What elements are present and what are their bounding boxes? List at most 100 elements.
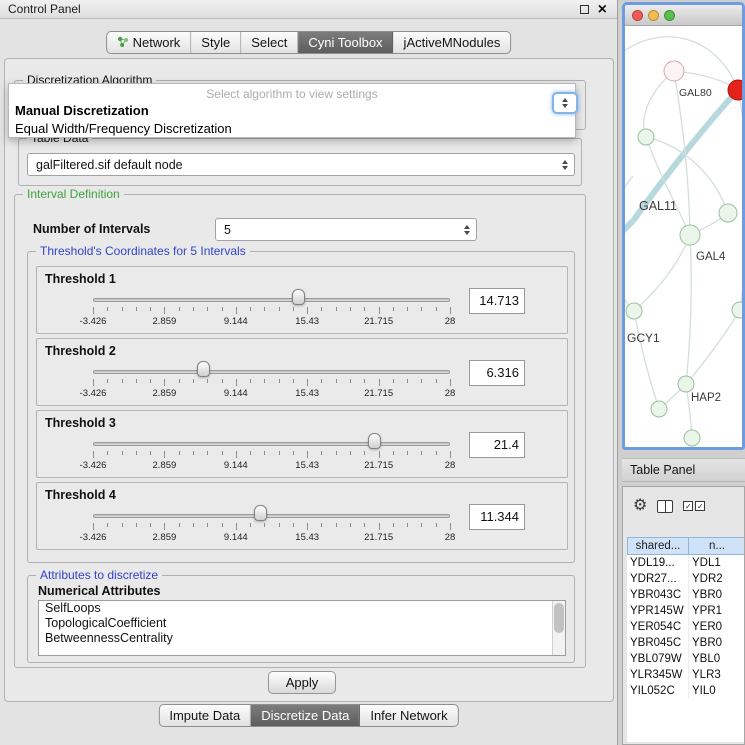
slider-track[interactable] bbox=[93, 514, 450, 518]
table-row[interactable]: YBR043CYBR0 bbox=[627, 587, 745, 603]
column-header[interactable]: n... bbox=[689, 537, 745, 555]
table-body: YDL19...YDL1YDR27...YDR2YBR043CYBR0YPR14… bbox=[627, 555, 745, 699]
restore-icon[interactable] bbox=[580, 5, 589, 14]
slider-scale: -3.4262.8599.14415.4321.71528 bbox=[93, 460, 450, 471]
close-icon[interactable]: × bbox=[598, 4, 607, 15]
group-title: Threshold's Coordinates for 5 Intervals bbox=[36, 244, 250, 258]
threshold-value-field[interactable]: 21.4 bbox=[469, 432, 525, 458]
network-titlebar[interactable] bbox=[625, 5, 742, 26]
network-node[interactable] bbox=[732, 302, 742, 318]
network-node[interactable] bbox=[651, 401, 667, 417]
main-panel: Discretization Algorithm Select algorith… bbox=[4, 58, 614, 702]
slider-track[interactable] bbox=[93, 442, 450, 446]
slider-thumb[interactable] bbox=[292, 289, 305, 305]
checkbox-icon[interactable]: ✓ bbox=[683, 501, 693, 511]
window-icons: × bbox=[580, 4, 607, 15]
scale-label: 21.715 bbox=[364, 316, 393, 327]
columns-icon[interactable] bbox=[657, 500, 673, 513]
network-edge bbox=[634, 235, 690, 311]
tab-select[interactable]: Select bbox=[241, 32, 298, 53]
threshold-block-3: Threshold 3-3.4262.8599.14415.4321.71528… bbox=[36, 410, 568, 478]
tab-label: Infer Network bbox=[370, 708, 447, 723]
table-cell: YPR145W bbox=[627, 603, 689, 619]
network-node-label: GAL11 bbox=[639, 199, 677, 213]
interval-definition-group: Interval Definition Number of Intervals … bbox=[14, 194, 586, 668]
list-item[interactable]: TopologicalCoefficient bbox=[39, 616, 565, 631]
network-node[interactable] bbox=[684, 430, 700, 446]
threshold-value-field[interactable]: 14.713 bbox=[469, 288, 525, 314]
column-header[interactable]: shared... bbox=[627, 537, 689, 555]
scale-label: 28 bbox=[445, 532, 456, 543]
network-node[interactable] bbox=[678, 376, 694, 392]
network-edge bbox=[686, 235, 691, 384]
tab-network[interactable]: Network bbox=[107, 32, 192, 53]
control-panel-title: Control Panel bbox=[8, 2, 81, 16]
slider-scale: -3.4262.8599.14415.4321.71528 bbox=[93, 532, 450, 543]
scale-label: 21.715 bbox=[364, 532, 393, 543]
network-edge bbox=[738, 90, 742, 310]
table-panel-window: ⚙ ✓ ✓ shared...n... YDL19...YDL1YDR27...… bbox=[622, 486, 745, 745]
network-node[interactable] bbox=[626, 303, 642, 319]
table-cell: YBR045C bbox=[627, 635, 689, 651]
table-cell: YBR0 bbox=[689, 587, 745, 603]
tab-style[interactable]: Style bbox=[191, 32, 241, 53]
table-row[interactable]: YIL052CYIL0 bbox=[627, 683, 745, 699]
traffic-light-close-icon[interactable] bbox=[632, 10, 643, 21]
apply-button[interactable]: Apply bbox=[268, 671, 336, 694]
slider-track[interactable] bbox=[93, 370, 450, 374]
threshold-slider[interactable]: -3.4262.8599.14415.4321.71528 bbox=[93, 339, 450, 407]
table-toolbar: ⚙ ✓ ✓ bbox=[623, 487, 744, 525]
threshold-slider[interactable]: -3.4262.8599.14415.4321.71528 bbox=[93, 411, 450, 479]
scale-label: 15.43 bbox=[295, 460, 319, 471]
table-row[interactable]: YBR045CYBR0 bbox=[627, 635, 745, 651]
attributes-scrollbar[interactable] bbox=[552, 601, 565, 655]
table-row[interactable]: YDR27...YDR2 bbox=[627, 571, 745, 587]
network-edge bbox=[625, 176, 634, 311]
checkbox-icon[interactable]: ✓ bbox=[695, 501, 705, 511]
number-of-intervals-label: Number of Intervals bbox=[33, 222, 150, 236]
gear-icon[interactable]: ⚙ bbox=[633, 498, 647, 514]
slider-thumb[interactable] bbox=[254, 505, 267, 521]
tab-discretize-data[interactable]: Discretize Data bbox=[251, 705, 360, 726]
slider-thumb[interactable] bbox=[368, 433, 381, 449]
algorithm-option-manual[interactable]: Manual Discretization bbox=[15, 103, 149, 118]
threshold-value-field[interactable]: 11.344 bbox=[469, 504, 525, 530]
algorithm-option-equal-width[interactable]: Equal Width/Frequency Discretization bbox=[15, 121, 232, 136]
threshold-slider[interactable]: -3.4262.8599.14415.4321.71528 bbox=[93, 483, 450, 551]
slider-thumb[interactable] bbox=[197, 361, 210, 377]
network-node[interactable] bbox=[638, 129, 654, 145]
slider-track[interactable] bbox=[93, 298, 450, 302]
table-data-combobox[interactable]: galFiltered.sif default node bbox=[27, 153, 575, 176]
attributes-list[interactable]: SelfLoopsTopologicalCoefficientBetweenne… bbox=[38, 600, 566, 656]
network-node[interactable] bbox=[719, 204, 737, 222]
table-row[interactable]: YPR145WYPR1 bbox=[627, 603, 745, 619]
traffic-light-zoom-icon[interactable] bbox=[664, 10, 675, 21]
table-cell: YDR27... bbox=[627, 571, 689, 587]
tab-cyni-toolbox[interactable]: Cyni Toolbox bbox=[298, 32, 393, 53]
traffic-light-minimize-icon[interactable] bbox=[648, 10, 659, 21]
table-row[interactable]: YBL079WYBL0 bbox=[627, 651, 745, 667]
tab-label: Network bbox=[133, 35, 181, 50]
network-node-label: GAL4 bbox=[696, 251, 726, 263]
attributes-group: Attributes to discretize Numerical Attri… bbox=[27, 575, 575, 663]
table-row[interactable]: YDL19...YDL1 bbox=[627, 555, 745, 571]
table-row[interactable]: YER054CYER0 bbox=[627, 619, 745, 635]
network-canvas[interactable]: GAL80GAL11GAL4GCY1HAP2 bbox=[625, 26, 742, 447]
network-node[interactable] bbox=[680, 225, 700, 245]
threshold-value-field[interactable]: 6.316 bbox=[469, 360, 525, 386]
tab-jactivemnodules[interactable]: jActiveMNodules bbox=[394, 32, 511, 53]
table-cell: YBL0 bbox=[689, 651, 745, 667]
list-item[interactable]: BetweennessCentrality bbox=[39, 631, 565, 646]
intervals-combobox[interactable]: 5 bbox=[215, 218, 477, 241]
tab-infer-network[interactable]: Infer Network bbox=[360, 705, 457, 726]
slider-ticks bbox=[93, 523, 450, 530]
list-item[interactable]: SelfLoops bbox=[39, 601, 565, 616]
algorithm-combo-stepper[interactable] bbox=[552, 92, 578, 114]
tab-impute-data[interactable]: Impute Data bbox=[159, 705, 251, 726]
scrollbar-thumb[interactable] bbox=[554, 603, 564, 633]
network-node[interactable] bbox=[664, 61, 684, 81]
table-row[interactable]: YLR345WYLR3 bbox=[627, 667, 745, 683]
threshold-slider[interactable]: -3.4262.8599.14415.4321.71528 bbox=[93, 267, 450, 335]
table-data-group: Table Data galFiltered.sif default node bbox=[18, 138, 582, 186]
attributes-list-items: SelfLoopsTopologicalCoefficientBetweenne… bbox=[39, 601, 565, 646]
